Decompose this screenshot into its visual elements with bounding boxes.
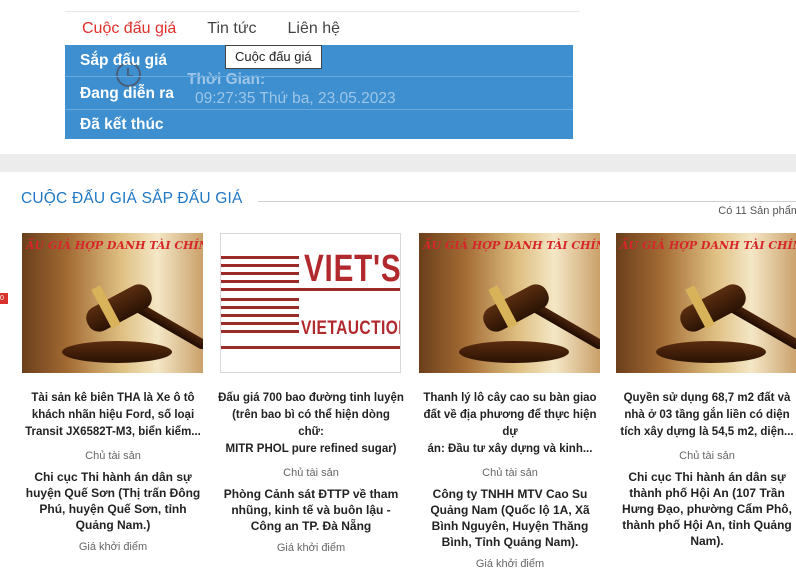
logo-stripe: [221, 346, 400, 349]
auction-title-line: án: Đầu tư xây dựng và kinh...: [427, 443, 593, 455]
logo-stripe: [221, 314, 299, 317]
ghost-time-label: Thời Gian:: [187, 71, 266, 88]
dropdown-item-ongoing[interactable]: Đang diễn ra: [80, 85, 174, 103]
logo-stripe: [221, 298, 299, 301]
dropdown-item-upcoming[interactable]: Sắp đấu giá: [80, 52, 167, 70]
owner-name-line: Nam).: [690, 534, 724, 548]
logo-stripe: [221, 272, 299, 275]
gavel-base-shape: [459, 341, 569, 363]
owner-name-line: Quảng Nam.): [75, 518, 151, 532]
auction-card[interactable]: ẤU GIÁ HỢP DANH TÀI CHÍNH Tài sản kê biê…: [20, 233, 206, 553]
nav-item-auctions[interactable]: Cuộc đấu giá: [82, 20, 176, 38]
thumbnail-banner-text: ẤU GIÁ HỢP DANH TÀI CHÍNH: [26, 239, 203, 252]
owner-name-line: Quảng Nam (Quốc lộ 1A, Xã: [430, 503, 590, 517]
owner-name-line: Công ty TNHH MTV Cao Su: [432, 487, 588, 501]
auction-title-line: tích xây dựng là 54,5 m2, diện...: [620, 426, 794, 438]
nav-menu: Cuộc đấu giá Tin tức Liên hệ: [82, 20, 340, 38]
auction-title-line: đất về địa phương để thực hiện dự: [423, 409, 597, 438]
owner-name-line: Bình, Tỉnh Quảng Nam).: [441, 535, 579, 549]
logo-stripe: [221, 306, 299, 309]
auction-thumbnail[interactable]: ẤU GIÁ HỢP DANH TÀI CHÍNH: [22, 233, 203, 373]
owner-name-line: Hưng Đạo, phường Cẩm Phô,: [622, 502, 792, 516]
owner-name-line: nhũng, kinh tế và buôn lậu -: [231, 503, 391, 517]
owner-name-line: thành phố Hội An (107 Trần: [629, 486, 785, 500]
owner-label: Chủ tài sản: [85, 450, 141, 462]
owner-name: Phòng Cảnh sát ĐTTP về tham nhũng, kinh …: [218, 486, 404, 534]
auction-title-line: Thanh lý lô cây cao su bàn giao: [423, 392, 597, 404]
owner-name-line: Phòng Cảnh sát ĐTTP về tham: [223, 487, 399, 501]
starting-price-label: Giá khởi điểm: [475, 558, 545, 570]
auction-title-line: MITR PHOL pure refined sugar): [225, 443, 397, 455]
auction-title-line: Transit JX6582T-M3, biển kiểm...: [25, 426, 201, 438]
edge-price-tag: 0 đ: [0, 293, 8, 304]
auction-title-line: nhà ở 03 tầng gắn liền có diện: [624, 409, 790, 421]
owner-name: Chi cục Thi hành án dân sự thành phố Hội…: [614, 469, 796, 549]
owner-name: Chi cục Thi hành án dân sự huyện Quế Sơn…: [20, 469, 206, 533]
dropdown-divider: [65, 109, 573, 110]
auction-card[interactable]: ẤU GIÁ HỢP DANH TÀI CHÍNH Quyền sử dụng …: [614, 233, 796, 549]
owner-name-line: thành phố Hội An, tỉnh Quảng: [622, 518, 792, 532]
tooltip: Cuộc đấu giá: [225, 45, 322, 69]
owner-name-line: Bình Nguyên, Huyện Thăng: [431, 519, 589, 533]
auction-thumbnail[interactable]: VIET'S VIETAUCTION: [220, 233, 401, 373]
auction-thumbnail[interactable]: ẤU GIÁ HỢP DANH TÀI CHÍNH: [616, 233, 796, 373]
logo-stripe: [221, 330, 299, 333]
thumbnail-banner-text: ẤU GIÁ HỢP DANH TÀI CHÍNH: [423, 239, 600, 252]
auction-title-line: (trên bao bì có thể hiện dòng chữ:: [232, 409, 390, 438]
product-count: Có 11 Sản phẩm: [718, 205, 796, 217]
owner-name-line: Chi cục Thi hành án dân sự: [628, 470, 786, 484]
dropdown-item-finished[interactable]: Đã kết thúc: [80, 116, 164, 134]
auction-card[interactable]: ẤU GIÁ HỢP DANH TÀI CHÍNH Thanh lý lô câ…: [417, 233, 603, 570]
nav-divider: [65, 11, 580, 12]
logo-stripe: [221, 280, 299, 283]
owner-name-line: Chi cục Thi hành án dân sự: [34, 470, 192, 484]
section-title-rule: [258, 201, 796, 202]
vietauction-logo-text: VIET'S: [304, 248, 401, 290]
owner-label: Chủ tài sản: [482, 467, 538, 479]
auction-title[interactable]: Quyền sử dụng 68,7 m2 đất và nhà ở 03 tầ…: [614, 390, 796, 441]
nav-item-contact[interactable]: Liên hệ: [288, 20, 341, 38]
auction-title-line: Tài sản kê biên THA là Xe ô tô: [31, 392, 195, 404]
auction-title-line: Quyền sử dụng 68,7 m2 đất và: [623, 392, 791, 404]
owner-label: Chủ tài sản: [679, 450, 735, 462]
section-title: CUỘC ĐẤU GIÁ SẮP ĐẤU GIÁ: [21, 190, 243, 207]
owner-name-line: Phú, huyện Quế Sơn, tỉnh: [39, 502, 187, 516]
owner-name-line: Công an TP. Đà Nẵng: [250, 519, 372, 533]
auction-title[interactable]: Đấu giá 700 bao đường tinh luyện (trên b…: [218, 390, 404, 458]
gavel-base-shape: [656, 341, 766, 363]
logo-stripe: [221, 264, 299, 267]
ghost-time-value: 09:27:35 Thứ ba, 23.05.2023: [195, 90, 396, 107]
logo-stripe: [221, 256, 299, 259]
nav-item-news[interactable]: Tin tức: [207, 20, 256, 38]
owner-label: Chủ tài sản: [283, 467, 339, 479]
owner-name-line: huyện Quế Sơn (Thị trấn Đông: [25, 486, 201, 500]
starting-price-label: Giá khởi điểm: [276, 542, 346, 554]
dropdown-divider: [65, 76, 573, 77]
auction-title[interactable]: Tài sản kê biên THA là Xe ô tô khách nhã…: [20, 390, 206, 441]
main-nav: Cuộc đấu giá Tin tức Liên hệ Thời Gian: …: [65, 0, 580, 140]
auction-title-line: Đấu giá 700 bao đường tinh luyện: [218, 392, 404, 404]
auction-title[interactable]: Thanh lý lô cây cao su bàn giao đất về đ…: [417, 390, 603, 458]
section-separator: [0, 154, 796, 172]
starting-price-label: Giá khởi điểm: [78, 541, 148, 553]
gavel-base-shape: [62, 341, 172, 363]
auction-card[interactable]: VIET'S VIETAUCTION Đấu giá 700 bao đường…: [218, 233, 404, 554]
thumbnail-banner-text: ẤU GIÁ HỢP DANH TÀI CHÍNH: [620, 239, 796, 252]
vietauction-logo-subtext: VIETAUCTION: [301, 318, 401, 339]
auction-title-line: khách nhãn hiệu Ford, số loại: [31, 409, 195, 421]
owner-name: Công ty TNHH MTV Cao Su Quảng Nam (Quốc …: [417, 486, 603, 550]
logo-stripe: [221, 322, 299, 325]
auction-thumbnail[interactable]: ẤU GIÁ HỢP DANH TÀI CHÍNH: [419, 233, 600, 373]
